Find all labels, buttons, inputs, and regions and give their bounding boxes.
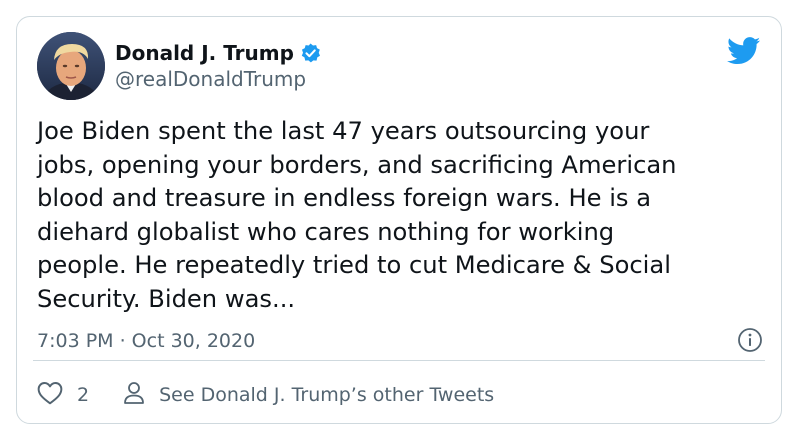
like-count: 2 xyxy=(77,384,90,406)
author-handle[interactable]: @realDonaldTrump xyxy=(115,67,306,91)
tweet-text-line: Security. Biden was... xyxy=(37,284,296,313)
tweet-text-line: people. He repeatedly tried to cut Medic… xyxy=(37,251,671,280)
tweet-meta-row: 7:03 PM · Oct 30, 2020 xyxy=(37,326,767,356)
info-icon[interactable] xyxy=(737,327,763,353)
tweet-timestamp[interactable]: 7:03 PM · Oct 30, 2020 xyxy=(37,330,255,352)
tweet-actions: 2 See Donald J. Trump’s other Tweets xyxy=(37,379,494,411)
see-other-tweets-label: See Donald J. Trump’s other Tweets xyxy=(159,384,495,406)
like-button[interactable]: 2 xyxy=(37,381,89,409)
divider xyxy=(33,360,765,361)
tweet-text-line: jobs, opening your borders, and sacrific… xyxy=(37,150,677,179)
twitter-bird-icon[interactable] xyxy=(727,37,761,65)
tweet-text-line: Joe Biden spent the last 47 years outsou… xyxy=(37,117,650,145)
tweet-text: Joe Biden spent the last 47 years outsou… xyxy=(37,115,767,317)
person-icon xyxy=(123,381,145,409)
avatar-image xyxy=(37,32,105,100)
tweet-text-line: blood and treasure in endless foreign wa… xyxy=(37,184,652,213)
see-other-tweets-link[interactable]: See Donald J. Trump’s other Tweets xyxy=(123,381,494,409)
avatar[interactable] xyxy=(37,32,105,100)
tweet-text-line: diehard globalist who cares nothing for … xyxy=(37,217,615,246)
author-name-row: Donald J. Trump xyxy=(115,39,322,67)
heart-icon xyxy=(37,381,63,409)
author-display-name[interactable]: Donald J. Trump xyxy=(115,41,294,65)
verified-badge-icon xyxy=(299,42,322,65)
tweet-card[interactable]: Donald J. Trump @realDonaldTrump Joe Bid… xyxy=(16,16,782,424)
